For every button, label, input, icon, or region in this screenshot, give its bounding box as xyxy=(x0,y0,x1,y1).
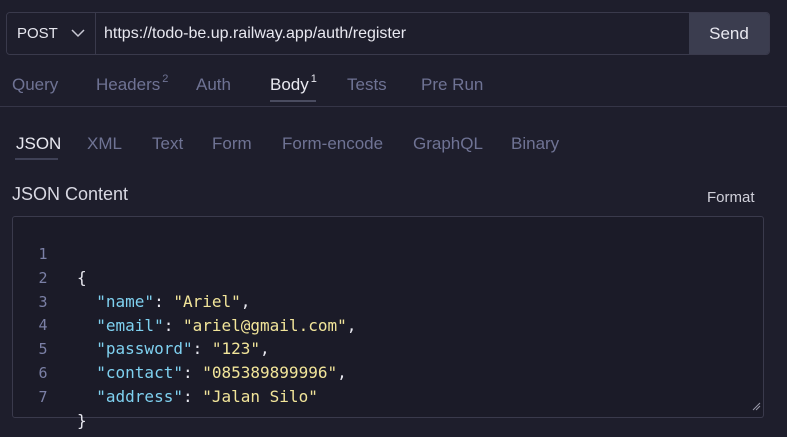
chevron-down-icon xyxy=(71,29,85,38)
code-line: 2 "name": "Ariel", xyxy=(13,242,250,311)
tab-headers[interactable]: Headers 2 xyxy=(96,73,169,95)
json-value: "ariel@gmail.com" xyxy=(182,316,347,335)
resize-handle-icon[interactable] xyxy=(751,396,761,415)
brace: { xyxy=(77,268,87,287)
code-line: 6 "address": "Jalan Silo" xyxy=(13,337,317,406)
tab-label: Query xyxy=(12,75,59,94)
body-type-json[interactable]: JSON xyxy=(16,134,61,154)
json-key: "contact" xyxy=(96,363,183,382)
body-type-graphql[interactable]: GraphQL xyxy=(413,134,483,154)
body-type-text[interactable]: Text xyxy=(152,134,183,154)
comma: , xyxy=(337,363,347,382)
json-editor[interactable]: 1 { 2 "name": "Ariel", 3 "email": "ariel… xyxy=(12,216,764,430)
line-number: 7 xyxy=(38,388,48,406)
tab-count-badge: 2 xyxy=(162,73,169,85)
tab-label: Headers xyxy=(96,75,161,94)
tab-label: Pre Run xyxy=(421,75,484,94)
method-label: POST xyxy=(17,25,58,42)
code-line: 1 { xyxy=(13,218,86,287)
json-key: "password" xyxy=(96,339,193,358)
active-body-type-indicator xyxy=(15,158,58,160)
tab-query[interactable]: Query xyxy=(12,75,58,95)
method-select[interactable]: POST xyxy=(7,13,96,54)
json-key: "name" xyxy=(96,292,155,311)
tab-label: Tests xyxy=(347,75,387,94)
body-type-binary[interactable]: Binary xyxy=(511,134,559,154)
brace: } xyxy=(77,411,87,430)
comma: , xyxy=(346,316,357,335)
request-tabs: Query Headers 2 Auth Body 1 Tests Pre Run xyxy=(0,66,787,107)
tab-label: Auth xyxy=(196,75,231,94)
request-bar: POST https://todo-be.up.railway.app/auth… xyxy=(6,12,770,55)
tab-label: Body xyxy=(270,75,309,94)
json-value: "123" xyxy=(211,339,261,358)
json-value: "Ariel" xyxy=(173,292,241,311)
tab-auth[interactable]: Auth xyxy=(196,75,231,95)
json-key: "email" xyxy=(96,316,164,335)
body-type-xml[interactable]: XML xyxy=(87,134,122,154)
active-tab-indicator xyxy=(270,100,316,102)
send-button[interactable]: Send xyxy=(689,13,769,54)
body-type-form[interactable]: Form xyxy=(212,134,252,154)
comma: , xyxy=(240,292,251,311)
json-value: "085389899996" xyxy=(202,363,338,382)
json-key: "address" xyxy=(96,387,183,406)
tab-pre-run[interactable]: Pre Run xyxy=(421,75,483,95)
code-line: 3 "email": "ariel@gmail.com", xyxy=(13,266,356,335)
url-input[interactable]: https://todo-be.up.railway.app/auth/regi… xyxy=(96,13,689,54)
body-type-form-encode[interactable]: Form-encode xyxy=(282,134,383,154)
code-line: 4 "password": "123", xyxy=(13,289,269,358)
tab-body[interactable]: Body 1 xyxy=(270,73,317,95)
tab-count-badge: 1 xyxy=(310,73,317,85)
code-line: 5 "contact": "085389899996", xyxy=(13,313,346,382)
comma: , xyxy=(260,339,270,358)
rest-client-panel: POST https://todo-be.up.railway.app/auth… xyxy=(0,0,787,437)
format-button[interactable]: Format xyxy=(707,189,755,206)
tab-tests[interactable]: Tests xyxy=(347,75,387,95)
json-value: "Jalan Silo" xyxy=(202,387,318,406)
json-content-title: JSON Content xyxy=(12,184,129,204)
code-line: 7 } xyxy=(13,361,86,430)
